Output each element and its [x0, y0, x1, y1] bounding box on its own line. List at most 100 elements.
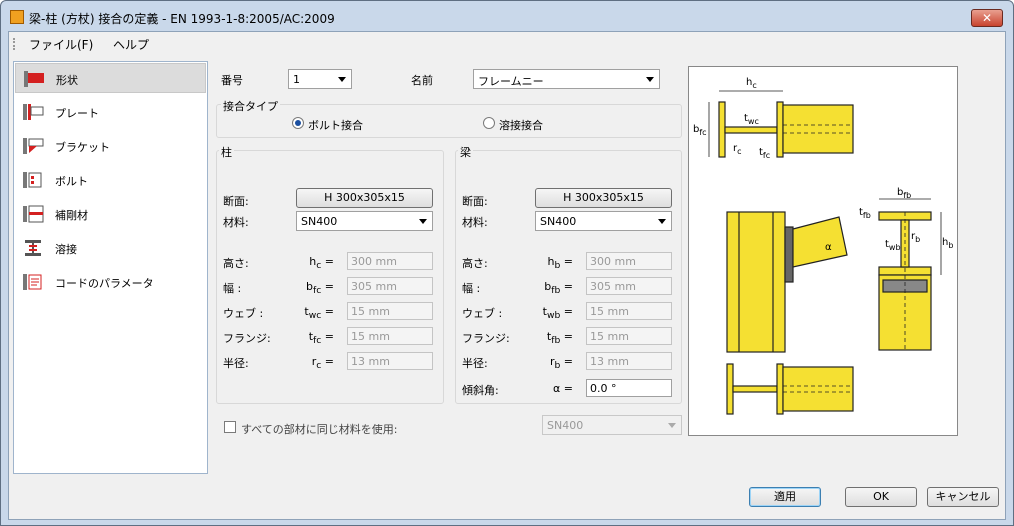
- beam-material-value: SN400: [540, 215, 577, 228]
- alpha-label: α: [825, 242, 832, 253]
- column-width-label: 幅 :: [223, 282, 242, 295]
- ok-button[interactable]: OK: [845, 487, 917, 507]
- chevron-down-icon: [668, 423, 676, 428]
- column-web-symbol: twc =: [304, 305, 334, 322]
- beam-width-field[interactable]: 305 mm: [586, 277, 672, 295]
- connection-diagram: hc bfc twc rc tfc bfb tfb twb rb hb α: [688, 66, 958, 436]
- nav-label: 補剛材: [55, 209, 88, 222]
- column-radius-label: 半径:: [223, 357, 249, 370]
- nav-label: 溶接: [55, 243, 77, 256]
- column-height-symbol: hc =: [309, 255, 334, 272]
- menu-grip: [13, 38, 15, 50]
- apply-button[interactable]: 適用: [749, 487, 821, 507]
- beam-section-button[interactable]: H 300x305x15: [535, 188, 672, 208]
- nav-item-stiffener[interactable]: 補剛材: [15, 199, 206, 229]
- beam-group: 梁 断面: H 300x305x15 材料: SN400 高さ: hb = 30…: [455, 144, 682, 404]
- welded-label: 溶接接合: [499, 119, 543, 132]
- column-width-symbol: bfc =: [306, 280, 334, 297]
- number-value: 1: [293, 73, 300, 86]
- weld-icon: [25, 240, 41, 256]
- beam-radius-symbol: rb =: [549, 355, 573, 372]
- nav-label: コードのパラメータ: [55, 277, 154, 290]
- close-button[interactable]: ✕: [971, 9, 1003, 27]
- same-material-select[interactable]: SN400: [542, 415, 682, 435]
- column-flange-field[interactable]: 15 mm: [347, 327, 433, 345]
- beam-height-field[interactable]: 300 mm: [586, 252, 672, 270]
- beam-height-symbol: hb =: [547, 255, 573, 272]
- nav-label: ブラケット: [55, 141, 110, 154]
- same-material-label: すべての部材に同じ材料を使用:: [241, 423, 398, 436]
- bolt-icon: [23, 172, 42, 188]
- beam-incline-field[interactable]: 0.0 °: [586, 379, 672, 397]
- column-web-label: ウェブ :: [223, 307, 264, 320]
- bfb-label: bfb: [897, 187, 911, 200]
- column-height-label: 高さ:: [223, 257, 249, 270]
- client-area: ファイル(F) ヘルプ 形状 プレート ブラケット ボルト 補剛材 溶接 コード…: [8, 31, 1006, 520]
- column-flange-label: フランジ:: [223, 332, 271, 345]
- menu-bar: ファイル(F) ヘルプ: [9, 32, 1005, 56]
- title-bar: 梁-柱 (方杖) 接合の定義 - EN 1993-1-8:2005/AC:200…: [1, 1, 1013, 31]
- beam-web-label: ウェブ :: [462, 307, 503, 320]
- twb-label: twb: [885, 239, 901, 252]
- column-radius-field[interactable]: 13 mm: [347, 352, 433, 370]
- beam-width-label: 幅 :: [462, 282, 481, 295]
- menu-file[interactable]: ファイル(F): [29, 36, 93, 53]
- beam-incline-label: 傾斜角:: [462, 384, 499, 397]
- beam-material-select[interactable]: SN400: [535, 211, 672, 231]
- nav-item-bolt[interactable]: ボルト: [15, 165, 206, 195]
- hb-label: hb: [942, 237, 953, 250]
- plate-icon: [23, 104, 44, 120]
- rc-label: rc: [733, 143, 742, 156]
- bolted-label: ボルト接合: [308, 119, 363, 132]
- name-label: 名前: [411, 74, 433, 87]
- window-title: 梁-柱 (方杖) 接合の定義 - EN 1993-1-8:2005/AC:200…: [29, 12, 335, 26]
- bolted-radio[interactable]: [292, 117, 304, 129]
- welded-radio[interactable]: [483, 117, 495, 129]
- connection-drawing: hc bfc twc rc tfc bfb tfb twb rb hb α: [693, 77, 953, 415]
- nav-list: 形状 プレート ブラケット ボルト 補剛材 溶接 コードのパラメータ: [13, 61, 208, 474]
- name-value: フレームニー: [478, 75, 544, 88]
- column-flange-symbol: tfc =: [308, 330, 334, 347]
- bfc-label: bfc: [693, 124, 707, 137]
- beam-web-symbol: twb =: [542, 305, 573, 322]
- beam-web-field[interactable]: 15 mm: [586, 302, 672, 320]
- rb-label: rb: [911, 231, 920, 244]
- bracket-icon: [23, 138, 44, 154]
- column-height-field[interactable]: 300 mm: [347, 252, 433, 270]
- chevron-down-icon: [646, 77, 654, 82]
- same-material-value: SN400: [547, 419, 584, 432]
- nav-label: 形状: [56, 74, 78, 87]
- shape-icon: [24, 71, 44, 87]
- cancel-button[interactable]: キャンセル: [927, 487, 999, 507]
- beam-section-label: 断面:: [462, 195, 488, 208]
- beam-flange-field[interactable]: 15 mm: [586, 327, 672, 345]
- hc-label: hc: [746, 77, 757, 90]
- column-section-button[interactable]: H 300x305x15: [296, 188, 433, 208]
- nav-item-weld[interactable]: 溶接: [15, 233, 206, 263]
- app-icon: [10, 10, 24, 24]
- column-width-field[interactable]: 305 mm: [347, 277, 433, 295]
- stiffener-icon: [23, 205, 44, 223]
- tfb-label: tfb: [859, 207, 871, 220]
- name-select[interactable]: フレームニー: [473, 69, 660, 89]
- nav-item-code-params[interactable]: コードのパラメータ: [15, 267, 206, 297]
- beam-radius-field[interactable]: 13 mm: [586, 352, 672, 370]
- column-material-value: SN400: [301, 215, 338, 228]
- column-group: 柱 断面: H 300x305x15 材料: SN400 高さ: hc = 30…: [216, 144, 444, 404]
- nav-item-plate[interactable]: プレート: [15, 97, 206, 127]
- beam-material-label: 材料:: [462, 216, 488, 229]
- beam-title: 梁: [458, 144, 473, 160]
- code-params-icon: [23, 274, 42, 290]
- column-radius-symbol: rc =: [311, 355, 334, 372]
- same-material-checkbox[interactable]: [224, 421, 236, 433]
- nav-item-bracket[interactable]: ブラケット: [15, 131, 206, 161]
- column-material-select[interactable]: SN400: [296, 211, 433, 231]
- column-web-field[interactable]: 15 mm: [347, 302, 433, 320]
- nav-label: プレート: [55, 107, 99, 120]
- connection-type-label: 接合タイプ: [221, 98, 280, 114]
- number-select[interactable]: 1: [288, 69, 352, 89]
- column-material-label: 材料:: [223, 216, 249, 229]
- nav-label: ボルト: [55, 175, 88, 188]
- menu-help[interactable]: ヘルプ: [113, 36, 149, 53]
- nav-item-shape[interactable]: 形状: [15, 63, 206, 93]
